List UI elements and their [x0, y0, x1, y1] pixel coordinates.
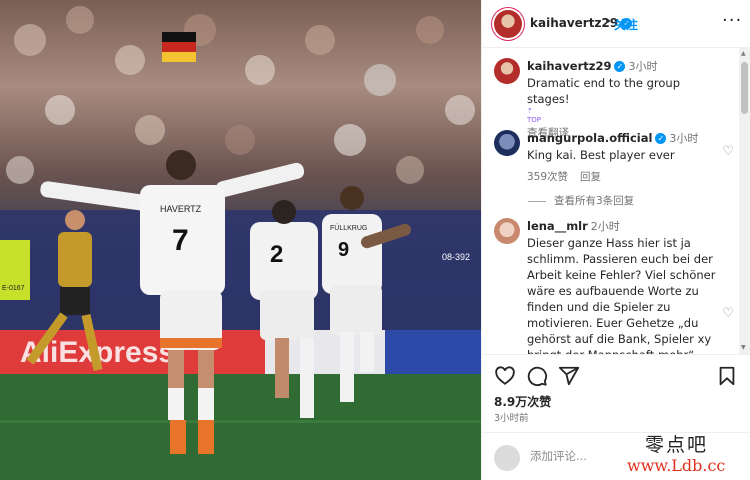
scrollbar-thumb[interactable]	[741, 62, 748, 114]
jersey-left-number: 7	[172, 224, 189, 257]
post-timestamp: 3小时前	[494, 413, 529, 424]
caption-avatar[interactable]	[494, 58, 520, 84]
like-heart-icon[interactable]	[494, 365, 516, 387]
celebration-image: AliExpress 08-392 E-0167 HAVERTZ 7	[0, 6, 481, 480]
watermark-top: 零点吧	[645, 434, 709, 456]
heart-icon[interactable]: ♡	[722, 306, 734, 321]
author-avatar[interactable]	[494, 10, 522, 38]
scroll-up-icon[interactable]: ▲	[741, 50, 746, 57]
current-user-avatar	[494, 445, 520, 471]
board-number: 08-392	[442, 252, 470, 262]
top-badge-label: TOP	[527, 116, 542, 124]
likes-count[interactable]: 8.9万次赞	[494, 393, 551, 410]
more-horizontal-icon[interactable]: ···	[722, 10, 742, 31]
verified-badge-icon: ✓	[655, 133, 667, 144]
jersey-right-number: 9	[338, 239, 349, 261]
caption: kaihavertz29 ✓ 3小时 Dramatic end to the gro…	[494, 58, 734, 139]
jersey-left-name: HAVERTZ	[160, 204, 202, 214]
post-header: kaihavertz29 ✓ • 关注 ···	[482, 0, 750, 48]
commenter-username[interactable]: mangurpola.official	[527, 131, 652, 145]
commenter-avatar[interactable]	[494, 130, 520, 156]
dot-separator: •	[605, 15, 612, 28]
heart-icon[interactable]: ♡	[722, 144, 734, 159]
bookmark-icon[interactable]	[716, 365, 738, 387]
top-badge-icon: ⇡ TOP	[527, 107, 542, 124]
commenter-avatar[interactable]	[494, 218, 520, 244]
comment-bubble-icon[interactable]	[526, 365, 548, 387]
comments-list[interactable]: kaihavertz29 ✓ 3小时 Dramatic end to the gro…	[482, 48, 740, 354]
post-photo[interactable]: AliExpress 08-392 E-0167 HAVERTZ 7	[0, 0, 481, 480]
jersey-right-name: FÜLLKRUG	[330, 224, 367, 232]
comment-text: Dieser ganze Hass hier ist ja schlimm. P…	[527, 236, 716, 354]
caption-username[interactable]: kaihavertz29	[527, 59, 611, 73]
comment-time: 2小时	[590, 220, 620, 233]
vest-number: E-0167	[2, 285, 25, 292]
reply-button[interactable]: 回复	[580, 171, 601, 183]
caption-time: 3小时	[628, 60, 658, 73]
comment-text: King kai. Best player ever	[527, 148, 675, 162]
jersey-center-number: 2	[270, 241, 283, 268]
comment-time: 3小时	[669, 132, 699, 145]
scroll-down-icon[interactable]: ▼	[741, 344, 746, 351]
view-replies-link[interactable]: 查看所有3条回复	[528, 193, 634, 208]
site-watermark: 零点吧 www.Ldb.cc	[625, 428, 745, 480]
caption-text: Dramatic end to the group stages!	[527, 76, 681, 106]
post-panel: kaihavertz29 ✓ • 关注 ··· kaihavertz29 ✓ 3小时 …	[481, 0, 750, 480]
post-actions: 8.9万次赞 3小时前	[482, 354, 750, 424]
comment-item: mangurpola.official ✓ 3小时 King kai. Best p…	[494, 130, 734, 190]
comment-item: lena__mlr 2小时 Dieser ganze Hass hier ist …	[494, 218, 734, 354]
comments-scrollbar[interactable]: ▲ ▼	[739, 48, 750, 354]
commenter-username[interactable]: lena__mlr	[527, 219, 588, 233]
watermark-bottom: www.Ldb.cc	[627, 456, 726, 475]
comment-likes[interactable]: 359次赞	[527, 171, 568, 183]
verified-badge-icon: ✓	[614, 61, 626, 72]
follow-button[interactable]: 关注	[614, 16, 638, 33]
share-send-icon[interactable]	[558, 365, 580, 387]
